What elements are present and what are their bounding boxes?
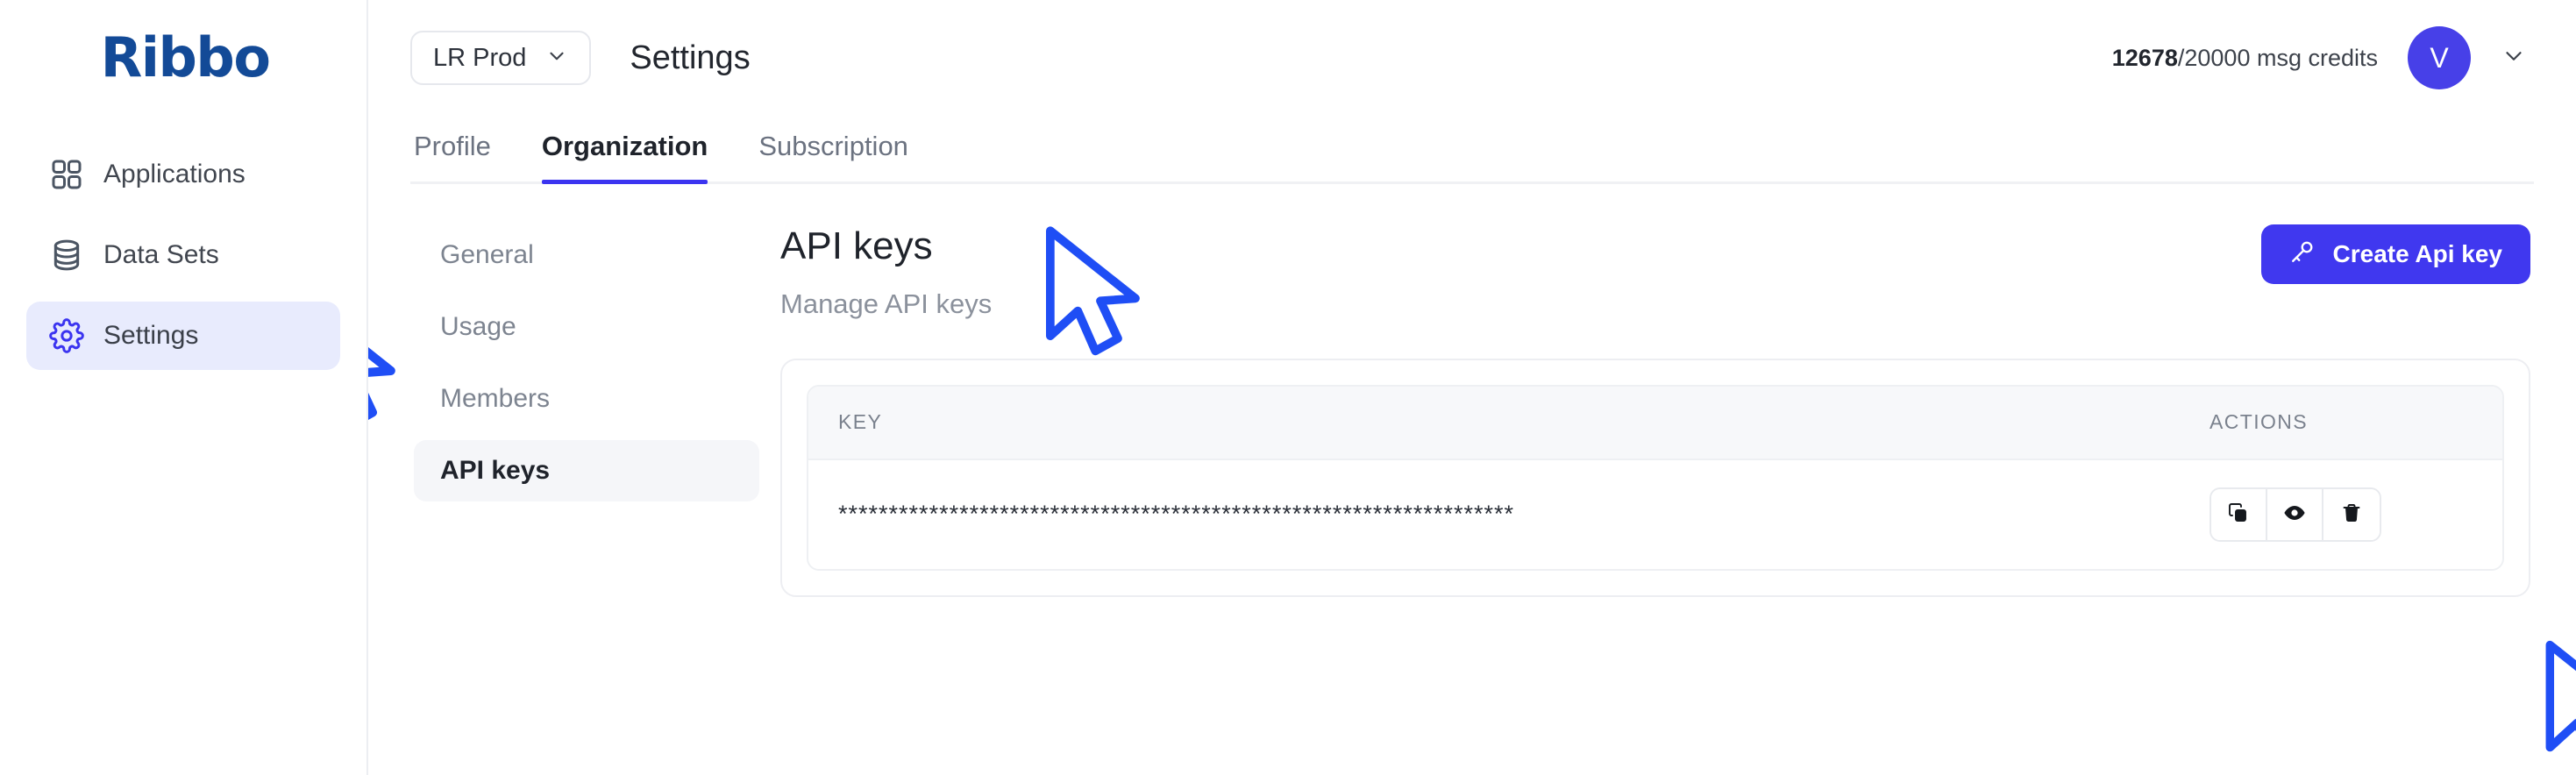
organization-selector[interactable]: LR Prod [410, 31, 592, 85]
topbar: LR Prod Settings 12678/20000 msg credits… [368, 0, 2576, 116]
organization-selector-value: LR Prod [433, 43, 527, 72]
api-key-masked-value: ****************************************… [838, 501, 1514, 528]
tab-profile[interactable]: Profile [414, 131, 491, 181]
tab-subscription[interactable]: Subscription [758, 131, 908, 181]
account-menu-button[interactable] [2501, 43, 2527, 74]
brand-logo[interactable]: Ribbo [26, 0, 340, 114]
organization-subnav: General Usage Members API keys [410, 224, 759, 597]
cursor-pointer-reveal-key [2545, 640, 2576, 752]
subnav-item-usage[interactable]: Usage [414, 296, 759, 358]
sidebar-item-label: Data Sets [103, 240, 219, 269]
delete-key-button[interactable] [2323, 488, 2380, 540]
sidebar-item-data-sets[interactable]: Data Sets [26, 221, 340, 289]
subnav-item-api-keys[interactable]: API keys [414, 440, 759, 501]
create-api-key-label: Create Api key [2332, 240, 2503, 267]
create-api-key-button[interactable]: Create Api key [2260, 224, 2530, 284]
grid-icon [49, 157, 84, 192]
subnav-item-members[interactable]: Members [414, 368, 759, 430]
tab-organization[interactable]: Organization [541, 131, 708, 184]
settings-tabs: Profile Organization Subscription [410, 116, 2534, 184]
panel-title: API keys [780, 224, 933, 267]
api-keys-panel: API keys Manage API keys Create Api key [759, 224, 2534, 597]
msg-credits-used: 12678 [2111, 44, 2178, 71]
tabs-container: Profile Organization Subscription [368, 116, 2576, 184]
brand-logo-text: Ribbo [100, 25, 271, 89]
app-root: Ribbo Applications Data Sets Settings LR… [0, 0, 2576, 775]
panel-subtitle: Manage API keys [780, 288, 993, 319]
clipboard-icon [2228, 502, 2249, 526]
sidebar-item-settings[interactable]: Settings [26, 302, 340, 370]
avatar[interactable]: V [2408, 26, 2471, 89]
copy-key-button[interactable] [2211, 488, 2267, 540]
panel-header: API keys Manage API keys Create Api key [780, 224, 2530, 320]
msg-credits-total: 20000 msg credits [2184, 44, 2378, 71]
page-title: Settings [630, 39, 751, 76]
sidebar-item-label: Applications [103, 160, 246, 188]
chevron-down-icon [545, 45, 568, 72]
content-area: General Usage Members API keys API keys … [368, 184, 2576, 597]
api-keys-table: KEY ACTIONS ****************************… [807, 384, 2504, 571]
subnav-item-general[interactable]: General [414, 224, 759, 286]
chevron-down-icon [2501, 43, 2527, 74]
table-row: ****************************************… [808, 459, 2502, 569]
column-header-key: KEY [838, 410, 883, 434]
trash-icon [2341, 502, 2362, 526]
topbar-right: 12678/20000 msg credits V [2112, 26, 2527, 89]
gear-icon [49, 318, 84, 353]
panel-heading-block: API keys Manage API keys [780, 224, 992, 320]
avatar-initial: V [2430, 41, 2449, 74]
database-icon [49, 238, 84, 273]
row-actions [2210, 487, 2473, 542]
key-icon [2289, 238, 2316, 271]
api-keys-card: KEY ACTIONS ****************************… [780, 358, 2530, 597]
sidebar-item-label: Settings [103, 321, 199, 350]
sidebar-item-applications[interactable]: Applications [26, 140, 340, 209]
msg-credits: 12678/20000 msg credits [2112, 45, 2378, 72]
main-area: LR Prod Settings 12678/20000 msg credits… [368, 0, 2576, 775]
column-header-actions: ACTIONS [2210, 410, 2309, 434]
eye-icon [2284, 502, 2305, 526]
reveal-key-button[interactable] [2267, 488, 2323, 540]
table-header-row: KEY ACTIONS [808, 386, 2502, 460]
sidebar: Ribbo Applications Data Sets Settings [0, 0, 368, 775]
primary-nav: Applications Data Sets Settings [26, 140, 340, 370]
row-actions-group [2210, 487, 2381, 542]
